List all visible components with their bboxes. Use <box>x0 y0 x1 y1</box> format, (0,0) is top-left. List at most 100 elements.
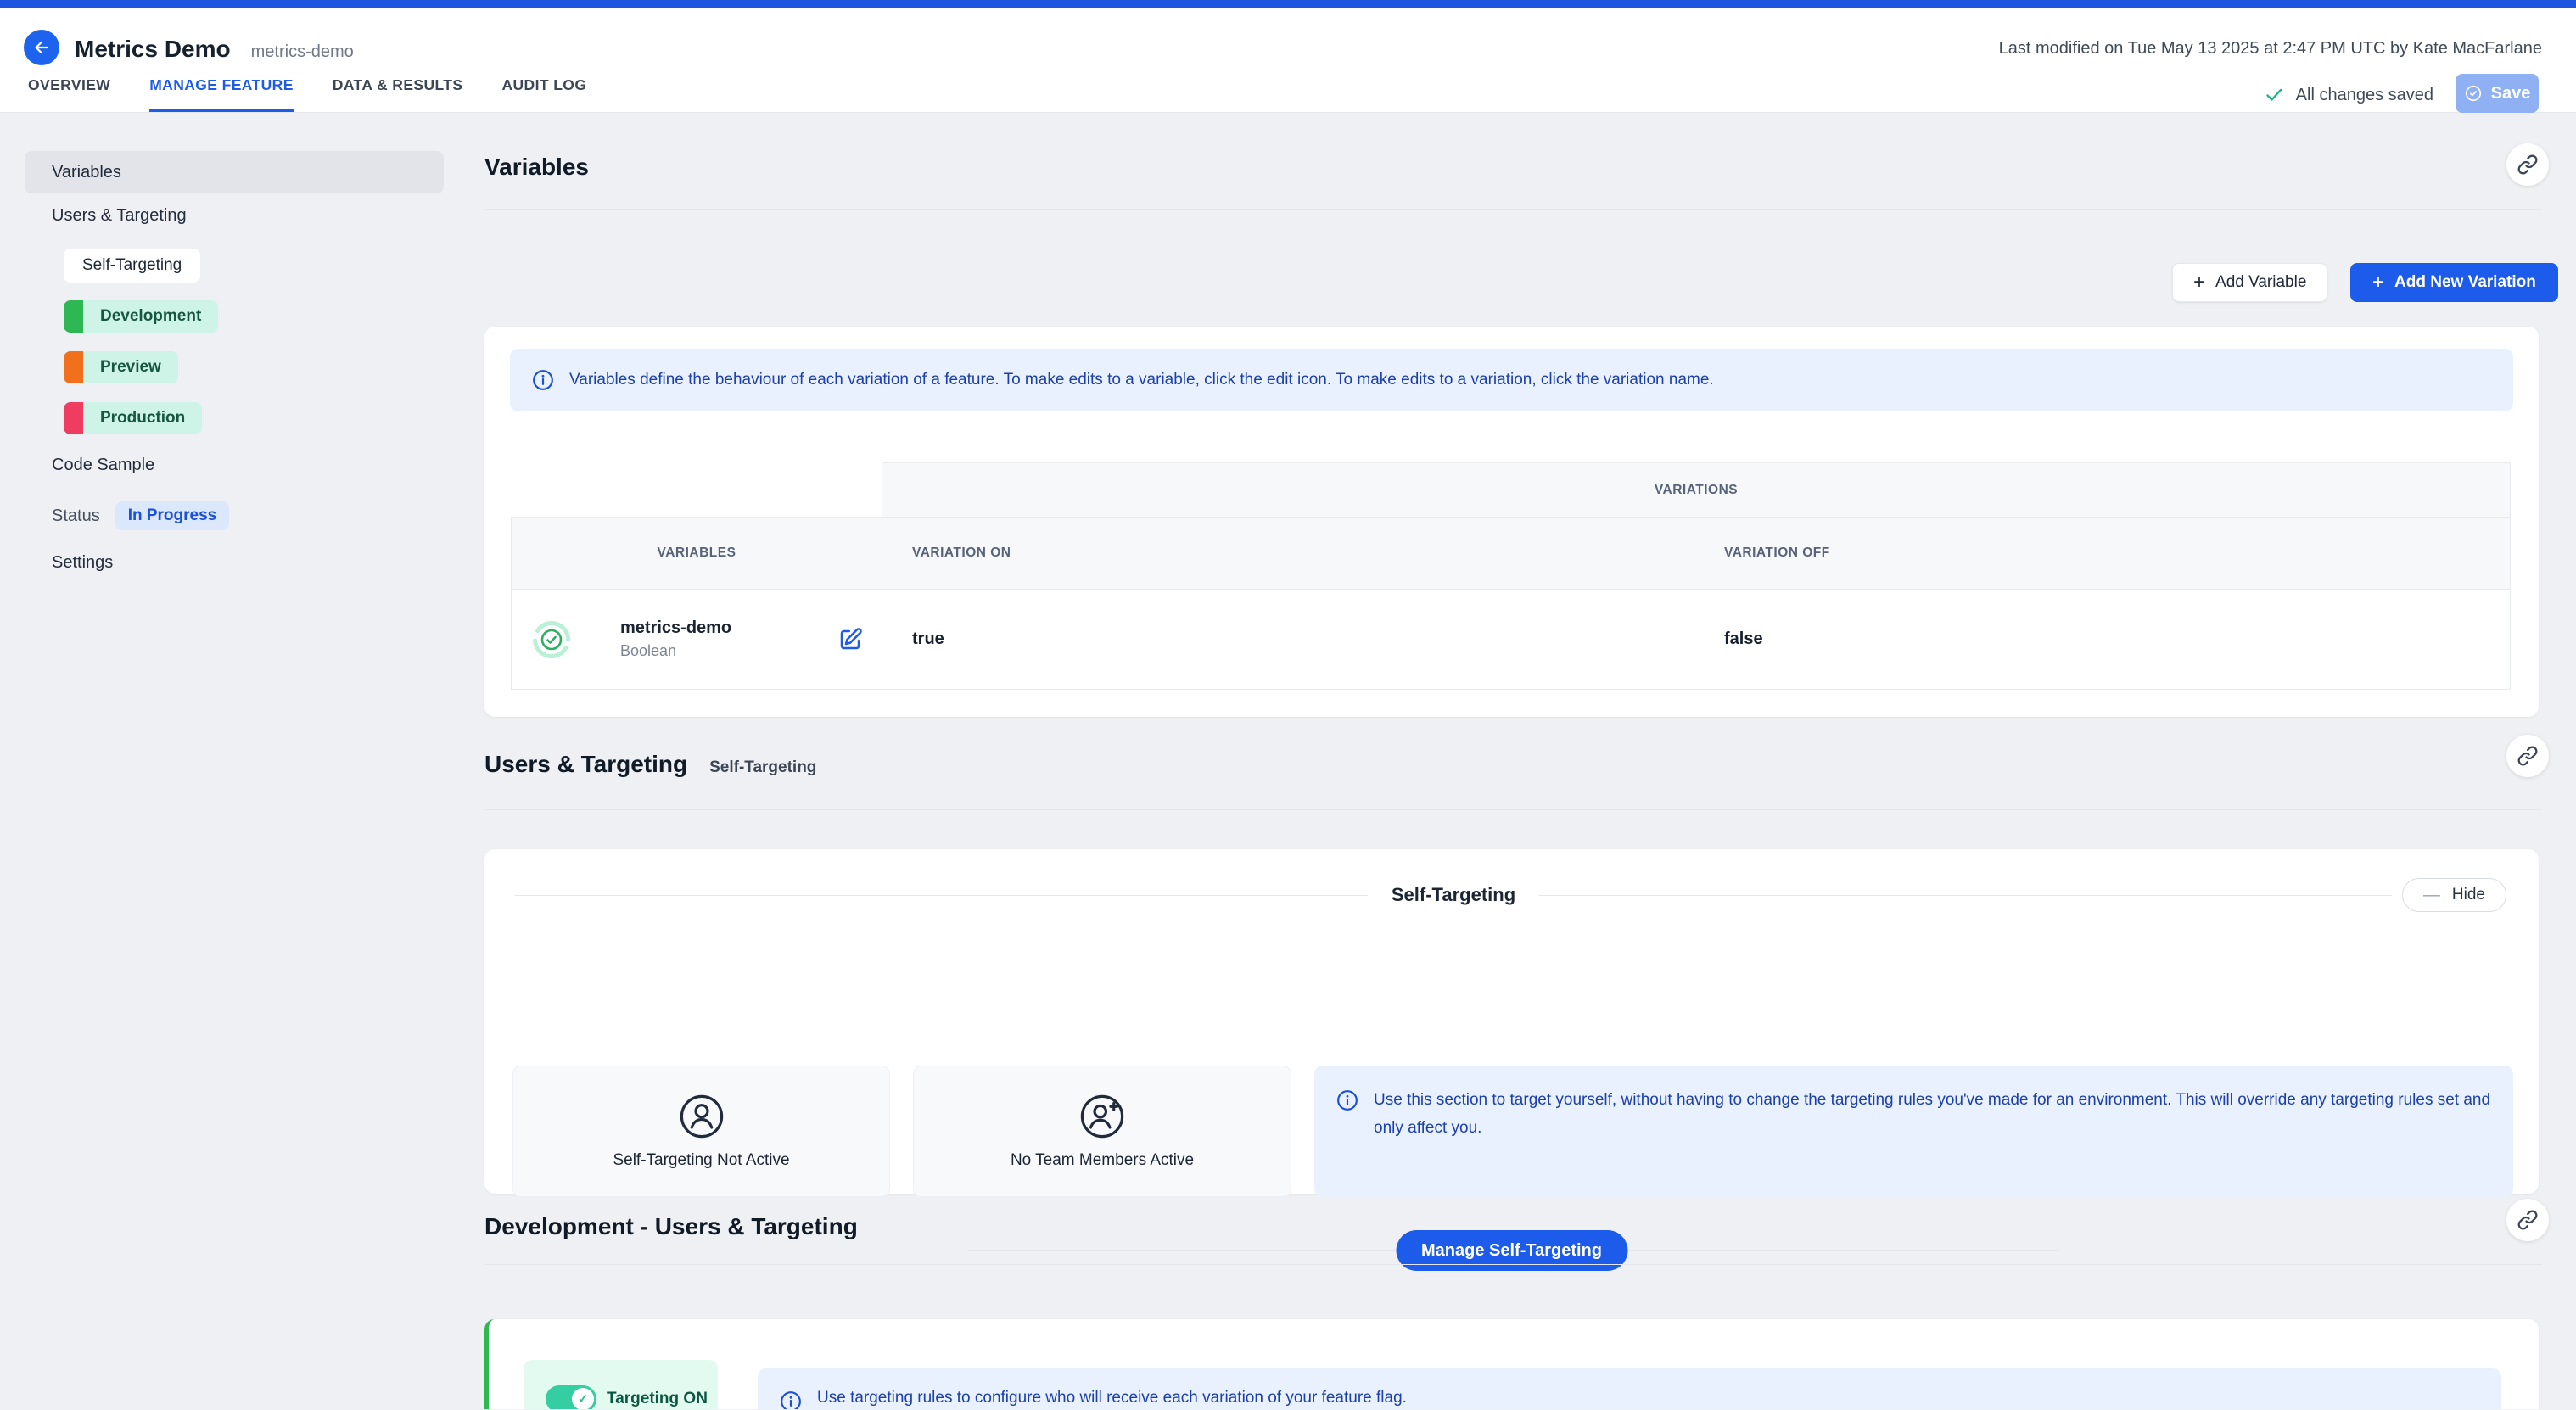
page-title: Metrics Demo <box>75 36 231 63</box>
add-new-variation-button[interactable]: + Add New Variation <box>2350 263 2558 302</box>
variables-table: VARIATIONS VARIABLES VARIATION ON VARIAT… <box>511 462 2511 690</box>
team-members-status-card: No Team Members Active <box>913 1066 1291 1197</box>
toggle-knob: ✓ <box>572 1388 594 1409</box>
edit-variable-button[interactable] <box>837 627 863 652</box>
tab-audit-log[interactable]: AUDIT LOG <box>501 76 586 112</box>
team-members-status-label: No Team Members Active <box>1011 1151 1194 1170</box>
variation-off-value[interactable]: false <box>1694 590 2511 690</box>
users-targeting-link-button[interactable] <box>2506 735 2549 777</box>
check-icon <box>2264 85 2284 105</box>
save-status-text: All changes saved <box>2296 86 2433 105</box>
self-targeting-info-banner: Use this section to target yourself, wit… <box>1314 1066 2513 1197</box>
section-divider <box>484 209 2542 210</box>
targeting-status-box: ✓ Targeting ON <box>524 1360 718 1409</box>
variables-info-text: Variables define the behaviour of each v… <box>569 371 1714 389</box>
info-icon <box>1336 1086 1358 1111</box>
tab-overview[interactable]: OVERVIEW <box>28 76 110 112</box>
variable-type-cell <box>511 590 591 690</box>
sidebar-item-env-production[interactable]: Production <box>64 402 202 434</box>
self-targeting-status-card: Self-Targeting Not Active <box>512 1066 890 1197</box>
table-group-header-row: VARIATIONS <box>511 462 2511 517</box>
sidebar-item-code-sample[interactable]: Code Sample <box>52 456 154 475</box>
env-color-swatch-development <box>64 300 83 333</box>
variation-on-value[interactable]: true <box>882 590 1694 690</box>
sidebar-item-variables[interactable]: Variables <box>25 151 444 193</box>
variable-name-cell: metrics-demo Boolean <box>591 590 882 690</box>
variables-card: Variables define the behaviour of each v… <box>484 327 2539 717</box>
save-status: All changes saved <box>2264 85 2433 105</box>
check-icon: ✓ <box>578 1391 589 1407</box>
app-root: Metrics Demo metrics-demo Last modified … <box>0 0 2576 1409</box>
variables-section-link-button[interactable] <box>2506 143 2549 186</box>
variables-info-banner: Variables define the behaviour of each v… <box>510 349 2513 411</box>
variable-status-icon <box>532 620 571 659</box>
sidebar-item-self-targeting[interactable]: Self-Targeting <box>64 249 200 283</box>
development-section-title: Development - Users & Targeting <box>484 1213 858 1240</box>
column-header-variation-off: VARIATION OFF <box>1694 517 2511 590</box>
env-label: Development <box>83 300 218 333</box>
minus-icon: — <box>2423 886 2440 905</box>
hide-button-label: Hide <box>2452 886 2485 904</box>
last-modified-text: Last modified on Tue May 13 2025 at 2:47… <box>1999 39 2542 59</box>
status-label: Status <box>52 506 100 526</box>
sidebar-status-row: Status In Progress <box>52 501 229 530</box>
table-row: metrics-demo Boolean true false <box>511 590 2511 690</box>
plus-icon: + <box>2372 272 2384 293</box>
info-icon <box>532 369 554 391</box>
save-button[interactable]: Save <box>2456 74 2539 113</box>
tab-data-results[interactable]: DATA & RESULTS <box>333 76 463 112</box>
table-header-row: VARIABLES VARIATION ON VARIATION OFF <box>511 517 2511 590</box>
link-icon <box>2517 154 2539 176</box>
sidebar-item-settings[interactable]: Settings <box>52 553 113 573</box>
sidebar-item-env-development[interactable]: Development <box>64 300 218 333</box>
tab-bar: OVERVIEW MANAGE FEATURE DATA & RESULTS A… <box>28 76 586 112</box>
sidebar-item-users-targeting[interactable]: Users & Targeting <box>52 206 187 226</box>
hide-button[interactable]: — Hide <box>2402 878 2506 912</box>
targeting-toggle[interactable]: ✓ <box>546 1385 596 1409</box>
section-divider <box>484 1264 2542 1265</box>
sidebar-item-env-preview[interactable]: Preview <box>64 351 178 383</box>
column-header-variation-on: VARIATION ON <box>882 517 1694 590</box>
users-targeting-header: Users & Targeting Self-Targeting <box>484 751 816 778</box>
add-variable-button[interactable]: + Add Variable <box>2172 263 2327 302</box>
targeting-info-text: Use targeting rules to configure who wil… <box>817 1389 1407 1407</box>
section-divider <box>484 809 2542 810</box>
users-targeting-title: Users & Targeting <box>484 751 687 778</box>
feature-header: Metrics Demo metrics-demo Last modified … <box>0 8 2576 113</box>
link-icon <box>2517 1209 2539 1231</box>
development-section-link-button[interactable] <box>2506 1199 2549 1241</box>
tab-manage-feature[interactable]: MANAGE FEATURE <box>149 76 294 112</box>
self-targeting-info-text: Use this section to target yourself, wit… <box>1374 1086 2491 1142</box>
column-header-variations: VARIATIONS <box>882 462 2511 517</box>
status-badge[interactable]: In Progress <box>115 501 230 530</box>
arrow-left-icon <box>32 38 51 57</box>
add-new-variation-label: Add New Variation <box>2394 273 2536 292</box>
self-targeting-panel-divider: Self-Targeting <box>515 878 2392 912</box>
env-color-swatch-preview <box>64 351 83 383</box>
variable-name-block: metrics-demo Boolean <box>620 618 731 660</box>
back-button[interactable] <box>24 30 59 65</box>
top-accent-bar <box>0 0 2576 8</box>
env-label: Preview <box>83 351 178 383</box>
table-header-spacer <box>511 462 882 517</box>
self-targeting-card: Self-Targeting — Hide Self-Targeting Not… <box>484 849 2539 1194</box>
user-add-icon <box>1079 1094 1125 1139</box>
add-variable-label: Add Variable <box>2215 273 2306 292</box>
variable-type: Boolean <box>620 642 731 660</box>
env-color-swatch-production <box>64 402 83 434</box>
edit-pencil-icon <box>837 627 863 652</box>
plus-icon: + <box>2193 272 2205 293</box>
development-targeting-card: ✓ Targeting ON Use targeting rules to co… <box>484 1319 2539 1409</box>
info-icon <box>780 1389 802 1409</box>
circle-check-icon <box>2464 84 2483 103</box>
sidebar-item-label: Variables <box>52 163 121 182</box>
content-area: Variables Users & Targeting Self-Targeti… <box>0 113 2576 1409</box>
link-icon <box>2517 745 2539 767</box>
self-targeting-panel-title: Self-Targeting <box>1368 884 1539 906</box>
targeting-info-banner: Use targeting rules to configure who wil… <box>758 1368 2501 1409</box>
users-targeting-subtitle: Self-Targeting <box>709 758 816 777</box>
feature-key: metrics-demo <box>251 42 354 62</box>
self-targeting-status-label: Self-Targeting Not Active <box>613 1151 789 1170</box>
variable-name: metrics-demo <box>620 618 731 638</box>
save-button-label: Save <box>2491 84 2531 104</box>
